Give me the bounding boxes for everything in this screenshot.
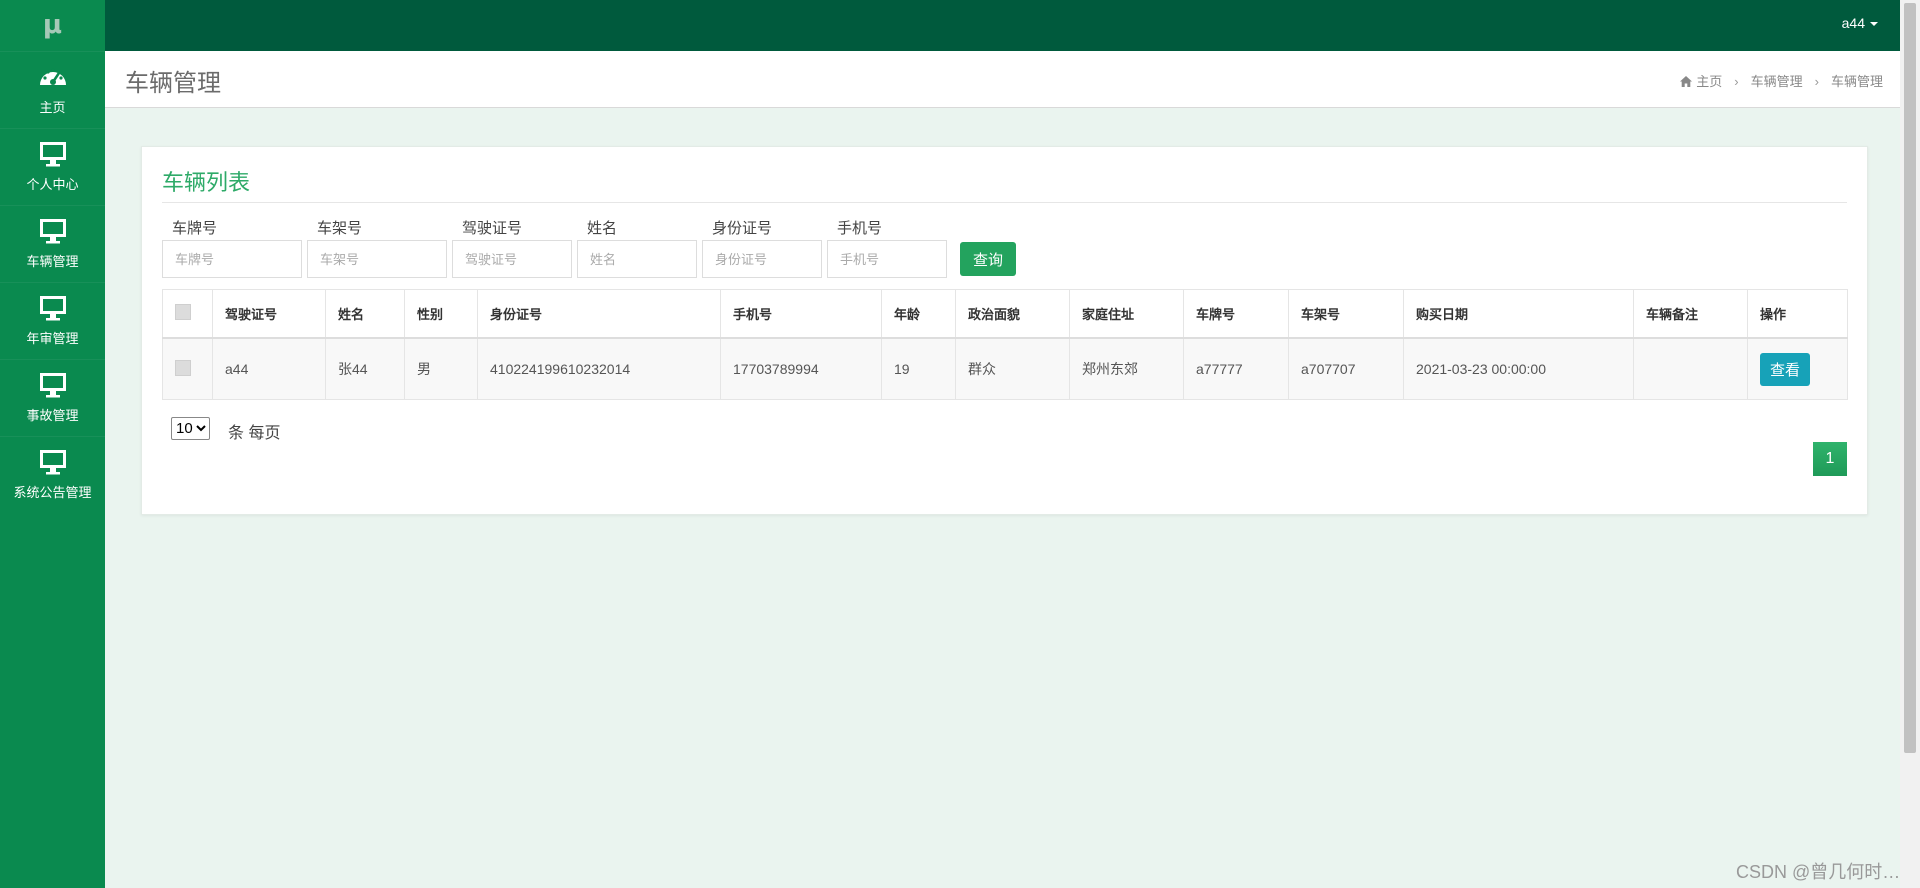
row-checkbox[interactable] (175, 359, 191, 376)
monitor-icon (39, 219, 66, 244)
card-title: 车辆列表 (162, 170, 251, 195)
table-header-row: 驾驶证号 姓名 性别 身份证号 手机号 年龄 政治面貌 家庭住址 车牌号 车架号… (162, 289, 1848, 339)
sidebar-item-label: 年审管理 (26, 331, 79, 346)
driver-license-input[interactable] (452, 240, 572, 278)
per-page-label: 条 每页 (228, 425, 281, 442)
breadcrumb-home[interactable]: 主页 (1696, 74, 1722, 89)
sidebar-item-home[interactable]: 主页 (0, 51, 105, 128)
table-cell (1633, 337, 1748, 400)
app-logo: μ (42, 10, 63, 40)
table-cell: a707707 (1288, 337, 1404, 400)
monitor-icon (39, 450, 66, 475)
search-field-phone: 手机号 (827, 219, 947, 278)
sidebar-item-label: 车辆管理 (26, 254, 79, 269)
table-row: a44 张44 男 410224199610232014 17703789994… (162, 337, 1848, 400)
username: a44 (1841, 15, 1865, 31)
table-cell: 男 (404, 337, 478, 400)
monitor-icon (39, 296, 66, 321)
name-input[interactable] (577, 240, 697, 278)
monitor-icon (39, 373, 66, 398)
sidebar-item-label: 系统公告管理 (13, 485, 92, 500)
column-header: 性别 (404, 289, 478, 339)
column-header: 身份证号 (477, 289, 721, 339)
search-label: 驾驶证号 (462, 220, 523, 237)
column-header: 姓名 (325, 289, 405, 339)
dashboard-icon (39, 68, 66, 85)
sidebar-item-annual-review[interactable]: 年审管理 (0, 282, 105, 359)
plate-number-input[interactable] (162, 240, 302, 278)
sidebar-item-announcement-management[interactable]: 系统公告管理 (0, 436, 105, 513)
caret-down-icon (1870, 22, 1878, 27)
sidebar-item-label: 个人中心 (26, 177, 79, 192)
sidebar: μ 主页 个人中心 车辆管理 年审管理 事故管理 系统公告管理 (0, 0, 105, 888)
column-header: 车牌号 (1183, 289, 1289, 339)
user-menu[interactable]: a44 (1842, 15, 1878, 31)
page-title: 车辆管理 (125, 70, 221, 97)
column-header: 操作 (1747, 289, 1848, 339)
breadcrumb-separator: › (1814, 74, 1819, 89)
breadcrumb-separator: › (1734, 74, 1739, 89)
top-navbar: a44 (105, 0, 1900, 51)
table-cell: 17703789994 (720, 337, 882, 400)
id-number-input[interactable] (702, 240, 822, 278)
sidebar-item-personal-center[interactable]: 个人中心 (0, 128, 105, 205)
table-cell: 张44 (325, 337, 405, 400)
page-header: 车辆管理 主页 › 车辆管理 › 车辆管理 (105, 51, 1900, 108)
breadcrumb-current: 车辆管理 (1830, 74, 1883, 89)
search-field-name: 姓名 (577, 219, 697, 278)
search-field-id: 身份证号 (702, 219, 822, 278)
action-cell: 查看 (1747, 337, 1848, 400)
vertical-scrollbar[interactable] (1900, 0, 1920, 888)
column-header: 车架号 (1288, 289, 1404, 339)
breadcrumb-item[interactable]: 车辆管理 (1751, 74, 1803, 89)
column-header: 政治面貌 (955, 289, 1070, 339)
page-size-select[interactable]: 10 (171, 417, 210, 440)
page-button-current[interactable]: 1 (1813, 442, 1847, 476)
vehicle-list-card: 车辆列表 车牌号 车架号 驾驶证号 姓名 身份证号 手机号 查询 驾驶证号 姓名… (141, 146, 1868, 515)
column-header: 驾驶证号 (212, 289, 326, 339)
phone-input[interactable] (827, 240, 947, 278)
column-header: 年龄 (881, 289, 956, 339)
scrollbar-thumb[interactable] (1904, 3, 1916, 753)
table-cell: a77777 (1183, 337, 1289, 400)
search-label: 身份证号 (712, 220, 773, 237)
table-cell: 410224199610232014 (477, 337, 721, 400)
query-button[interactable]: 查询 (960, 242, 1016, 276)
frame-number-input[interactable] (307, 240, 447, 278)
search-label: 车架号 (317, 220, 363, 237)
search-label: 姓名 (587, 220, 618, 237)
sidebar-item-label: 事故管理 (26, 408, 79, 423)
table-cell: 群众 (955, 337, 1070, 400)
search-field-frame: 车架号 (307, 219, 447, 278)
vehicle-table: 驾驶证号 姓名 性别 身份证号 手机号 年龄 政治面貌 家庭住址 车牌号 车架号… (162, 289, 1848, 400)
watermark: CSDN @曾几何时… (1736, 862, 1901, 882)
select-all-checkbox[interactable] (175, 304, 191, 320)
table-cell: 19 (881, 337, 956, 400)
select-all-cell (162, 289, 213, 339)
search-field-license: 驾驶证号 (452, 219, 572, 278)
column-header: 购买日期 (1403, 289, 1634, 339)
column-header: 手机号 (720, 289, 882, 339)
table-cell: 郑州东郊 (1069, 337, 1184, 400)
sidebar-item-accident-management[interactable]: 事故管理 (0, 359, 105, 436)
sidebar-item-label: 主页 (39, 100, 66, 115)
row-select-cell (162, 337, 213, 400)
table-cell: a44 (212, 337, 326, 400)
search-field-plate: 车牌号 (162, 219, 302, 278)
home-icon (1680, 76, 1693, 87)
search-label: 车牌号 (172, 220, 218, 237)
view-button[interactable]: 查看 (1760, 352, 1810, 386)
monitor-icon (39, 142, 66, 167)
divider (162, 202, 1847, 203)
breadcrumb: 主页 › 车辆管理 › 车辆管理 (1680, 71, 1883, 90)
column-header: 车辆备注 (1633, 289, 1748, 339)
search-label: 手机号 (837, 220, 883, 237)
column-header: 家庭住址 (1069, 289, 1184, 339)
sidebar-item-vehicle-management[interactable]: 车辆管理 (0, 205, 105, 282)
table-cell: 2021-03-23 00:00:00 (1403, 337, 1634, 400)
